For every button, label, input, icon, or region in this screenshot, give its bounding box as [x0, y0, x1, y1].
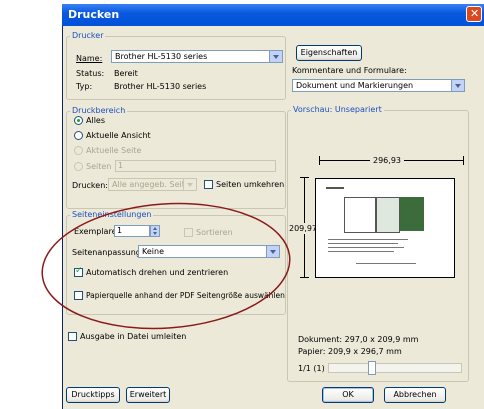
annotation-ellipse	[41, 202, 291, 330]
